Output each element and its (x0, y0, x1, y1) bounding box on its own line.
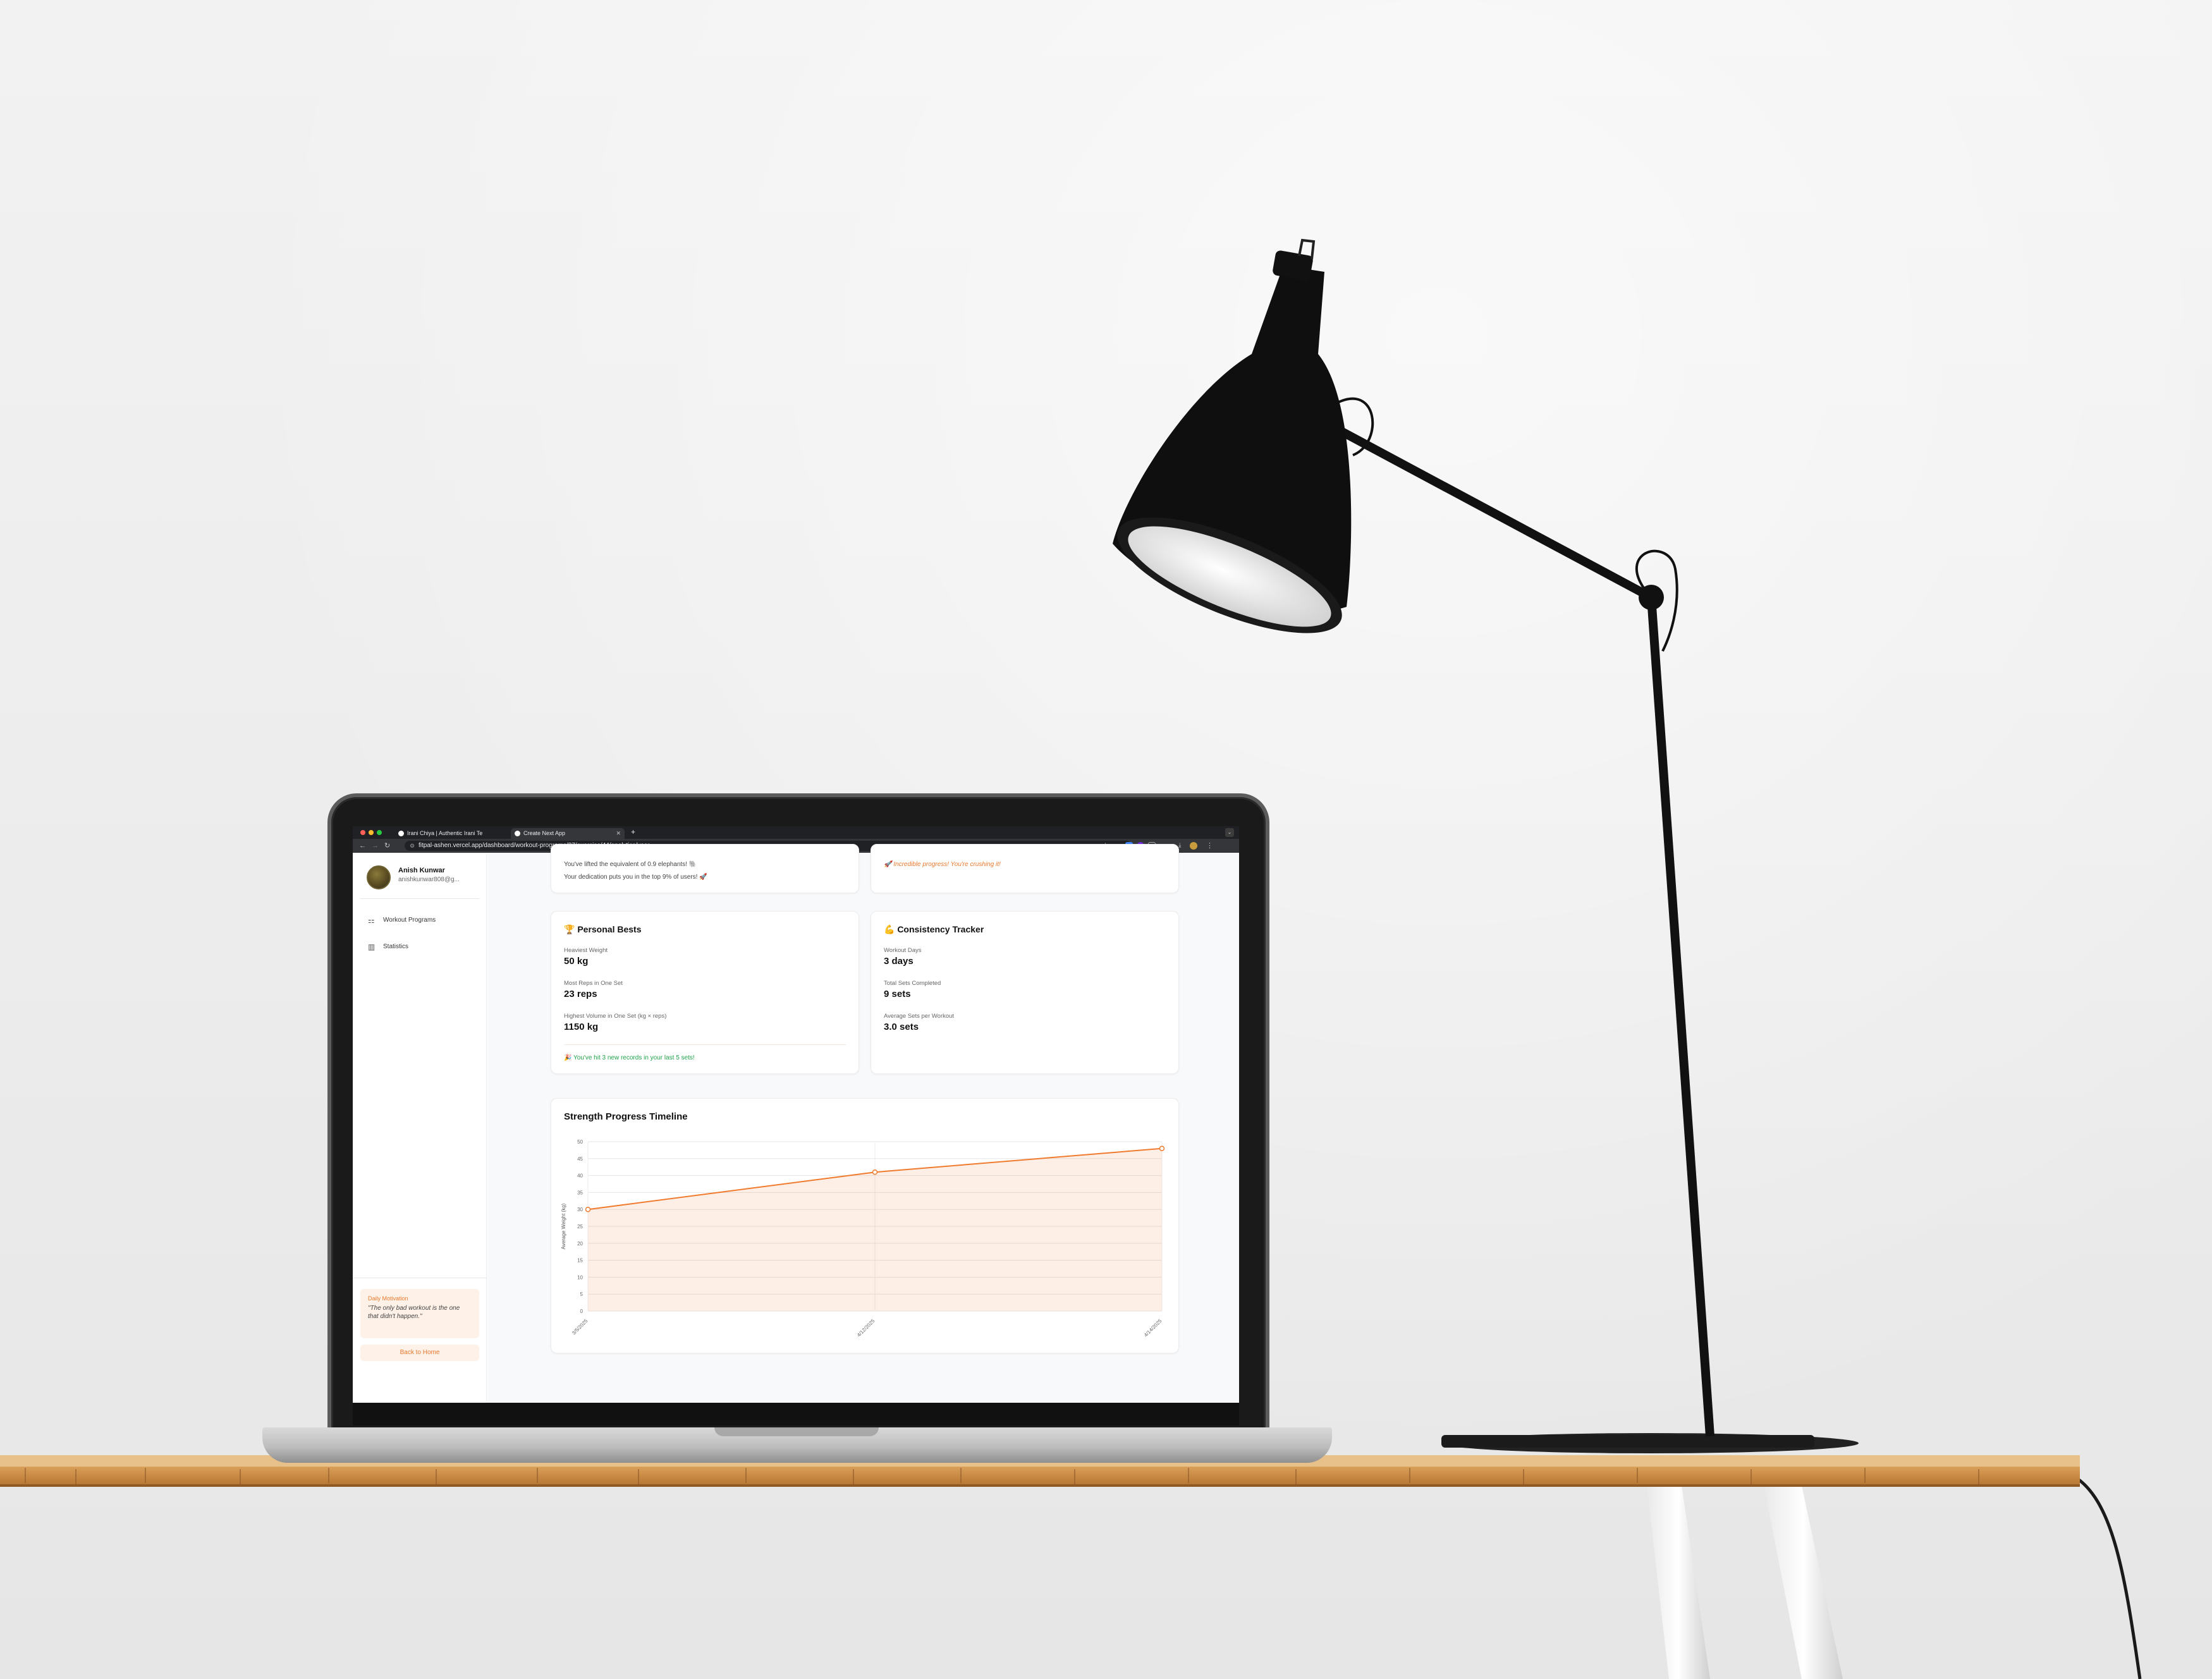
x-tick-label: 4/12/2025 (856, 1318, 876, 1338)
y-tick-label: 10 (577, 1274, 583, 1280)
avatar[interactable] (367, 865, 391, 889)
tab-favicon-icon (515, 831, 520, 836)
strength-progress-card: Strength Progress Timeline 0 5 10 15 20 25 30 3… (551, 1098, 1179, 1353)
sidebar-item-statistics[interactable]: ▥ Statistics (368, 943, 408, 951)
browser-tab-bar: Irani Chiya | Authentic Irani Te Create … (353, 826, 1239, 839)
back-to-home-button[interactable]: Back to Home (360, 1345, 479, 1361)
summary-card: You've lifted the equivalent of 0.9 elep… (551, 844, 859, 893)
data-point (1159, 1145, 1165, 1151)
laptop-notch (714, 1427, 879, 1436)
stat-label: Average Sets per Workout (884, 1013, 955, 1020)
sidebar-item-label: Statistics (383, 943, 409, 950)
site-info-icon[interactable]: ⚙ (410, 841, 415, 851)
stat-value: 3.0 sets (884, 1022, 919, 1032)
sidebar-divider (360, 898, 479, 899)
y-tick-label: 5 (580, 1291, 584, 1297)
tab-irani-chiya[interactable]: Irani Chiya | Authentic Irani Te (394, 828, 508, 839)
new-tab-button[interactable]: + (631, 827, 635, 836)
y-tick-label: 45 (577, 1156, 583, 1162)
stat-label: Total Sets Completed (884, 980, 941, 987)
motivation-title: Daily Motivation (368, 1295, 408, 1302)
table-legs (1647, 1486, 1843, 1679)
stat-value: 23 reps (564, 989, 597, 999)
tab-create-next-app[interactable]: Create Next App ✕ (511, 828, 625, 839)
y-tick-label: 35 (577, 1190, 583, 1195)
forward-arrow-icon[interactable]: → (372, 841, 379, 851)
laptop-bezel (353, 1403, 1239, 1426)
personal-bests-card: 🏆 Personal Bests Heaviest Weight 50 kg M… (551, 911, 859, 1074)
close-tab-icon[interactable]: ✕ (616, 828, 621, 839)
x-tick-label: 3/5/2025 (571, 1318, 589, 1336)
profile-avatar-icon[interactable] (1190, 842, 1197, 850)
ranking-fact: Your dedication puts you in the top 9% o… (564, 874, 707, 881)
card-divider (564, 1044, 846, 1045)
data-point (872, 1169, 878, 1175)
tab-label: Irani Chiya | Authentic Irani Te (407, 830, 483, 836)
minimize-window-icon[interactable] (369, 830, 374, 835)
consistency-tracker-card: 💪 Consistency Tracker Workout Days 3 day… (871, 911, 1179, 1074)
daily-motivation-card: Daily Motivation "The only bad workout i… (360, 1289, 479, 1338)
card-title: 💪 Consistency Tracker (884, 924, 984, 934)
x-tick-label: 4/14/2025 (1143, 1318, 1163, 1338)
data-point (585, 1206, 591, 1212)
y-tick-label: 15 (577, 1258, 583, 1264)
y-tick-label: 30 (577, 1207, 583, 1212)
main-content: You've lifted the equivalent of 0.9 elep… (487, 844, 1239, 1403)
y-tick-label: 40 (577, 1173, 583, 1179)
dumbbell-icon: ⚏ (368, 916, 375, 925)
sidebar-item-workout-programs[interactable]: ⚏ Workout Programs (368, 916, 436, 925)
lamp-cable (2067, 1471, 2142, 1679)
stat-label: Heaviest Weight (564, 947, 608, 954)
tab-label: Create Next App (523, 830, 566, 836)
tab-search-icon[interactable]: ⌄ (1225, 828, 1234, 837)
y-tick-label: 25 (577, 1224, 583, 1230)
reload-icon[interactable]: ↻ (384, 841, 390, 851)
tab-favicon-icon (398, 831, 404, 836)
stat-value: 3 days (884, 956, 914, 967)
elephant-fact: You've lifted the equivalent of 0.9 elep… (564, 861, 697, 868)
progress-message: 🚀 Incredible progress! You're crushing i… (884, 861, 1001, 868)
y-axis-label: Average Weight (kg) (561, 1203, 566, 1249)
progress-card: 🚀 Incredible progress! You're crushing i… (871, 844, 1179, 893)
close-window-icon[interactable] (360, 830, 365, 835)
menu-kebab-icon[interactable]: ⋮ (1206, 841, 1213, 851)
stat-value: 9 sets (884, 989, 911, 999)
bar-chart-icon: ▥ (368, 943, 376, 951)
user-email: anishkunwar808@g... (398, 876, 460, 883)
stat-label: Most Reps in One Set (564, 980, 623, 987)
sidebar: Anish Kunwar anishkunwar808@g... ⚏ Worko… (353, 853, 487, 1403)
stat-value: 1150 kg (564, 1022, 599, 1032)
back-arrow-icon[interactable]: ← (359, 841, 366, 851)
stat-value: 50 kg (564, 956, 589, 967)
user-name: Anish Kunwar (398, 867, 445, 874)
y-tick-label: 20 (577, 1241, 583, 1247)
stat-label: Highest Volume in One Set (kg × reps) (564, 1013, 667, 1020)
maximize-window-icon[interactable] (377, 830, 382, 835)
y-tick-label: 0 (580, 1309, 584, 1314)
y-tick-label: 50 (577, 1139, 583, 1145)
records-note: 🎉 You've hit 3 new records in your last … (564, 1054, 695, 1061)
card-title: 🏆 Personal Bests (564, 924, 642, 934)
motivation-quote: "The only bad workout is the one that di… (368, 1305, 460, 1320)
laptop-screen: Irani Chiya | Authentic Irani Te Create … (353, 826, 1239, 1403)
strength-progress-chart[interactable]: 0 5 10 15 20 25 30 35 40 45 50 3/5/2025 4/12/2025 4/1… (551, 1099, 1180, 1354)
stat-label: Workout Days (884, 947, 922, 954)
sidebar-item-label: Workout Programs (383, 917, 436, 924)
